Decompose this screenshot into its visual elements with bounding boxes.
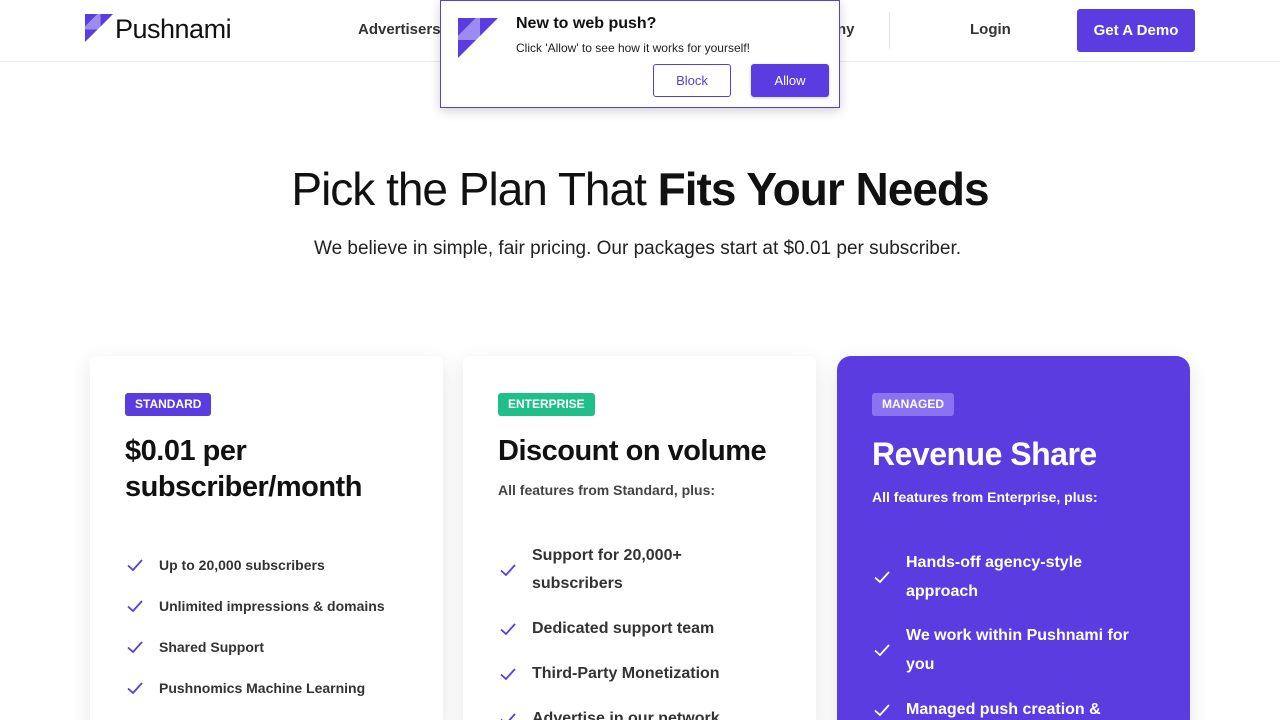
feature-label: Managed push creation & — [906, 701, 1101, 718]
block-button[interactable]: Block — [653, 64, 731, 97]
nav-login[interactable]: Login — [970, 21, 1011, 38]
feature-label: Dedicated support team — [532, 620, 715, 637]
check-icon — [872, 567, 892, 587]
plan-title-line: $0.01 per — [125, 435, 247, 467]
feature-label: Advertise in our network — [532, 710, 720, 720]
feature-item: Advertise in our network — [498, 705, 720, 720]
feature-item: Shared Support — [125, 637, 264, 657]
check-icon — [498, 709, 518, 720]
pushnami-logo-icon — [458, 18, 498, 58]
check-icon — [125, 678, 145, 698]
feature-label: subscribers — [532, 575, 623, 592]
check-icon — [498, 619, 518, 639]
check-icon — [498, 664, 518, 684]
popup-title: New to web push? — [516, 15, 657, 32]
feature-label: Third-Party Monetization — [532, 665, 720, 682]
check-icon — [125, 596, 145, 616]
check-icon — [872, 640, 892, 660]
plan-note: All features from Standard, plus: — [498, 482, 716, 498]
plan-card-standard: STANDARD $0.01 per subscriber/month Up t… — [90, 356, 443, 720]
logo-text: Pushnami — [115, 14, 232, 44]
feature-item: Unlimited impressions & domains — [125, 596, 385, 616]
feature-item: Managed push creation & — [872, 695, 1101, 720]
page-title-light: Pick the Plan That — [291, 163, 646, 215]
plan-title: $0.01 per subscriber/month — [125, 433, 362, 505]
plan-card-managed: MANAGED Revenue Share All features from … — [837, 356, 1190, 720]
nav-divider — [889, 12, 890, 49]
popup-text: Click 'Allow' to see how it works for yo… — [516, 41, 750, 55]
page-title-bold: Fits Your Needs — [657, 163, 990, 215]
feature-label: Support for 20,000+ — [532, 547, 682, 564]
pushnami-logo[interactable]: Pushnami — [85, 13, 232, 44]
pushnami-logo-icon — [85, 14, 114, 43]
feature-label: approach — [906, 583, 979, 600]
check-icon — [125, 555, 145, 575]
page-title: Pick the Plan That Fits Your Needs — [0, 162, 1280, 216]
feature-item: Pushnomics Machine Learning — [125, 678, 365, 698]
feature-item: We work within Pushnami for you — [872, 621, 1129, 679]
feature-label: Up to 20,000 subscribers — [159, 557, 325, 573]
check-icon — [125, 637, 145, 657]
feature-item: Support for 20,000+ subscribers — [498, 542, 682, 598]
feature-label: Unlimited impressions & domains — [159, 598, 385, 614]
check-icon — [498, 560, 518, 580]
check-icon — [872, 700, 892, 720]
plan-card-enterprise: ENTERPRISE Discount on volume All featur… — [463, 356, 816, 720]
feature-label: Pushnomics Machine Learning — [159, 680, 366, 696]
page-subtitle: We believe in simple, fair pricing. Our … — [313, 238, 961, 259]
plan-badge: ENTERPRISE — [498, 393, 595, 416]
feature-label: Hands-off agency-style — [906, 554, 1083, 571]
feature-item: Third-Party Monetization — [498, 660, 720, 688]
get-demo-button[interactable]: Get A Demo — [1077, 9, 1195, 52]
feature-item: Hands-off agency-style approach — [872, 548, 1082, 606]
allow-button[interactable]: Allow — [751, 64, 829, 97]
plan-badge: STANDARD — [125, 393, 212, 416]
nav-advertisers[interactable]: Advertisers — [358, 21, 441, 38]
plan-badge: MANAGED — [872, 393, 954, 416]
feature-item: Up to 20,000 subscribers — [125, 555, 325, 575]
plan-title: Revenue Share — [872, 436, 1097, 472]
feature-label: We work within Pushnami for — [906, 627, 1129, 644]
push-permission-popup: New to web push? Click 'Allow' to see ho… — [440, 0, 840, 108]
feature-label: you — [906, 656, 935, 673]
feature-label: Shared Support — [159, 639, 265, 655]
plan-note: All features from Enterprise, plus: — [872, 489, 1098, 505]
feature-item: Dedicated support team — [498, 615, 714, 643]
plan-title: Discount on volume — [498, 435, 767, 467]
plan-title-line: subscriber/month — [125, 471, 362, 503]
